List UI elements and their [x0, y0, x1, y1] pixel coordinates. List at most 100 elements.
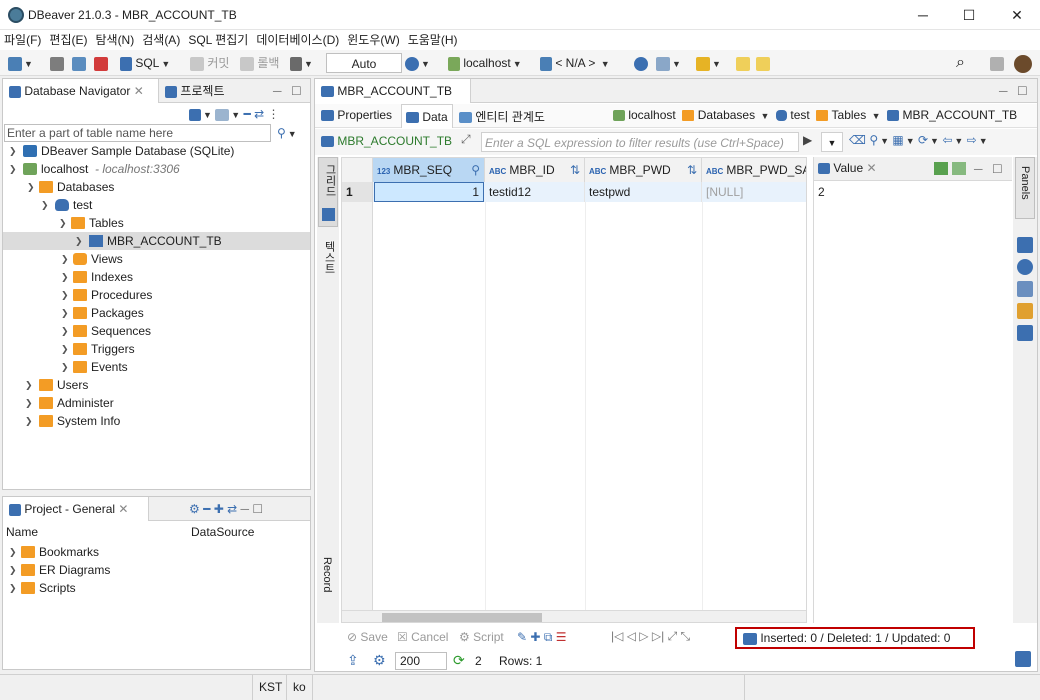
next-page-icon[interactable]: ▷ — [639, 629, 648, 643]
close-tab-icon[interactable]: ✕ — [118, 502, 128, 516]
calc-panel-icon[interactable] — [1017, 281, 1033, 297]
script-button[interactable]: ⚙ Script — [459, 630, 504, 644]
tree-node-events[interactable]: ❯ Events — [3, 358, 310, 376]
project-item-er-diagrams[interactable]: ❯ ER Diagrams — [3, 561, 310, 579]
panels-icon[interactable]: ▦ — [892, 133, 903, 147]
expand-arrow-icon[interactable]: ❯ — [61, 358, 69, 376]
expand-arrow-icon[interactable]: ❯ — [9, 579, 17, 597]
menu-database[interactable]: 데이터베이스(D) — [252, 30, 343, 50]
filter-icon[interactable]: ⚲ — [869, 133, 878, 147]
scrollbar-thumb[interactable] — [382, 613, 542, 622]
tree-node-users[interactable]: ❯ Users — [3, 376, 310, 394]
column-header-mbr-id[interactable]: ABC MBR_ID ⇅ — [485, 158, 585, 182]
menu-edit[interactable]: 편집(E) — [45, 30, 91, 50]
project-item-bookmarks[interactable]: ❯ Bookmarks — [3, 543, 310, 561]
refresh-data-icon[interactable]: ⟳ — [453, 652, 465, 669]
breadcrumb-test[interactable]: test — [776, 108, 810, 122]
grouping-panel-icon[interactable] — [1017, 237, 1033, 253]
tab-mbr-account-tb[interactable]: MBR_ACCOUNT_TB ✕ — [315, 79, 471, 122]
add-icon[interactable]: ✚ — [214, 502, 224, 516]
delete-row-icon[interactable]: ☰ — [556, 630, 567, 644]
minimize-editor-icon[interactable]: ─ — [999, 79, 1008, 103]
new-connection-icon[interactable] — [189, 108, 201, 121]
tree-node-test[interactable]: ❯ test — [3, 196, 310, 214]
forward-button[interactable] — [756, 53, 770, 73]
expand-arrow-icon[interactable]: ❯ — [9, 561, 17, 579]
apply-filter-icon[interactable]: ▶ — [803, 133, 812, 147]
expand-arrow-icon[interactable]: ❯ — [25, 394, 33, 412]
save-value-icon[interactable] — [934, 162, 948, 175]
project-col-datasource[interactable]: DataSource — [191, 525, 254, 539]
refresh-icon[interactable]: ⟳ — [918, 133, 928, 147]
tree-node-triggers[interactable]: ❯ Triggers — [3, 340, 310, 358]
collapse-arrow-icon[interactable]: ❯ — [9, 160, 17, 178]
close-tab-icon[interactable]: ✕ — [134, 84, 144, 98]
history-button[interactable]: ▼ — [405, 53, 430, 73]
expand-arrow-icon[interactable]: ❯ — [25, 376, 33, 394]
minimize-panel-icon[interactable]: ─ — [241, 502, 250, 516]
collapse-arrow-icon[interactable]: ❯ — [59, 214, 67, 232]
tree-node-localhost[interactable]: ❯ localhost - localhost:3306 — [3, 160, 310, 178]
value-panel-icon[interactable] — [1017, 325, 1033, 341]
transaction-mode-field[interactable]: Auto — [326, 53, 402, 73]
dashboard-button[interactable] — [634, 53, 648, 73]
copy-row-icon[interactable]: ⧉ — [544, 630, 553, 644]
tree-node-sample-db[interactable]: ❯ DBeaver Sample Database (SQLite) — [3, 142, 310, 160]
expand-arrow-icon[interactable]: ❯ — [75, 232, 83, 250]
tree-node-packages[interactable]: ❯ Packages — [3, 304, 310, 322]
commit-button[interactable]: 커밋 — [190, 53, 229, 73]
invalidate-button[interactable] — [72, 53, 86, 73]
filter-config-icon[interactable]: ⚲ ▼ — [277, 124, 297, 142]
first-page-icon[interactable]: |◁ — [611, 629, 623, 643]
sql-editor-button[interactable]: SQL ▼ — [120, 53, 170, 73]
fetch-next-icon[interactable]: ⤡ — [681, 629, 691, 643]
expand-arrow-icon[interactable]: ❯ — [61, 268, 69, 286]
sql-filter-input[interactable]: Enter a SQL expression to filter results… — [481, 132, 799, 152]
sort-filter-icon[interactable]: ⇅ — [570, 158, 580, 182]
collapse-all-icon[interactable]: ━ — [244, 107, 251, 121]
new-connection-button[interactable]: ▼ — [8, 53, 33, 73]
link-editor-icon[interactable]: ⇄ — [254, 107, 264, 121]
fetch-settings-icon[interactable]: ⚙ — [373, 652, 386, 669]
tree-node-databases[interactable]: ❯ Databases — [3, 178, 310, 196]
tab-project-general[interactable]: Project - General ✕ — [3, 497, 149, 521]
expand-filter-icon[interactable]: ⤢ — [461, 132, 471, 147]
close-tab-icon[interactable]: ✕ — [867, 161, 877, 175]
rollback-button[interactable]: 롤백 — [240, 53, 279, 73]
prev-page-icon[interactable]: ◁ — [627, 629, 636, 643]
active-schema-selector[interactable]: < N/A > ▼ — [540, 53, 610, 73]
disconnect-button[interactable] — [94, 53, 108, 73]
breadcrumb-databases[interactable]: Databases ▼ — [682, 108, 769, 122]
maximize-panel-icon[interactable]: ☐ — [252, 502, 263, 516]
perspective-button[interactable] — [990, 53, 1004, 73]
add-row-icon[interactable]: ✚ — [530, 630, 540, 644]
column-header-mbr-pwd[interactable]: ABC MBR_PWD ⇅ — [585, 158, 702, 182]
references-panel-icon[interactable] — [1017, 259, 1033, 275]
cell-mbr-seq[interactable]: 1 — [374, 182, 484, 202]
tree-node-system-info[interactable]: ❯ System Info — [3, 412, 310, 430]
expand-arrow-icon[interactable]: ❯ — [25, 412, 33, 430]
fetch-all-icon[interactable]: ⤢ — [668, 629, 678, 643]
fetch-size-input[interactable]: 200 — [395, 652, 447, 670]
minimize-button[interactable]: ─ — [900, 0, 946, 30]
maximize-panel-icon[interactable]: ☐ — [291, 79, 302, 103]
column-header-mbr-pwd-sa[interactable]: ABC MBR_PWD_SA — [702, 158, 806, 182]
nav-forward-icon[interactable]: ⇨ — [967, 133, 977, 147]
tools-button[interactable]: ▼ — [696, 53, 721, 73]
tree-node-mbr-account-tb[interactable]: ❯ MBR_ACCOUNT_TB — [3, 232, 310, 250]
back-button[interactable] — [736, 53, 750, 73]
settings-icon[interactable]: ⚙ — [189, 502, 200, 516]
tree-node-administer[interactable]: ❯ Administer — [3, 394, 310, 412]
collapse-arrow-icon[interactable]: ❯ — [27, 178, 35, 196]
new-folder-icon[interactable] — [215, 108, 230, 121]
project-col-name[interactable]: Name — [6, 525, 38, 539]
save-button[interactable]: ⊘ Save — [347, 630, 388, 644]
maximize-editor-icon[interactable]: ☐ — [1017, 79, 1028, 103]
minimize-panel-icon[interactable]: ─ — [273, 79, 282, 103]
sort-filter-icon[interactable]: ⚲ — [471, 158, 480, 182]
search-icon[interactable]: ⌕ — [956, 53, 965, 73]
collapse-icon[interactable]: ━ — [203, 502, 210, 516]
value-content[interactable]: 2 — [818, 185, 825, 199]
db-tasks-button[interactable]: ▼ — [656, 53, 681, 73]
breadcrumb-tables[interactable]: Tables ▼ — [816, 108, 880, 122]
